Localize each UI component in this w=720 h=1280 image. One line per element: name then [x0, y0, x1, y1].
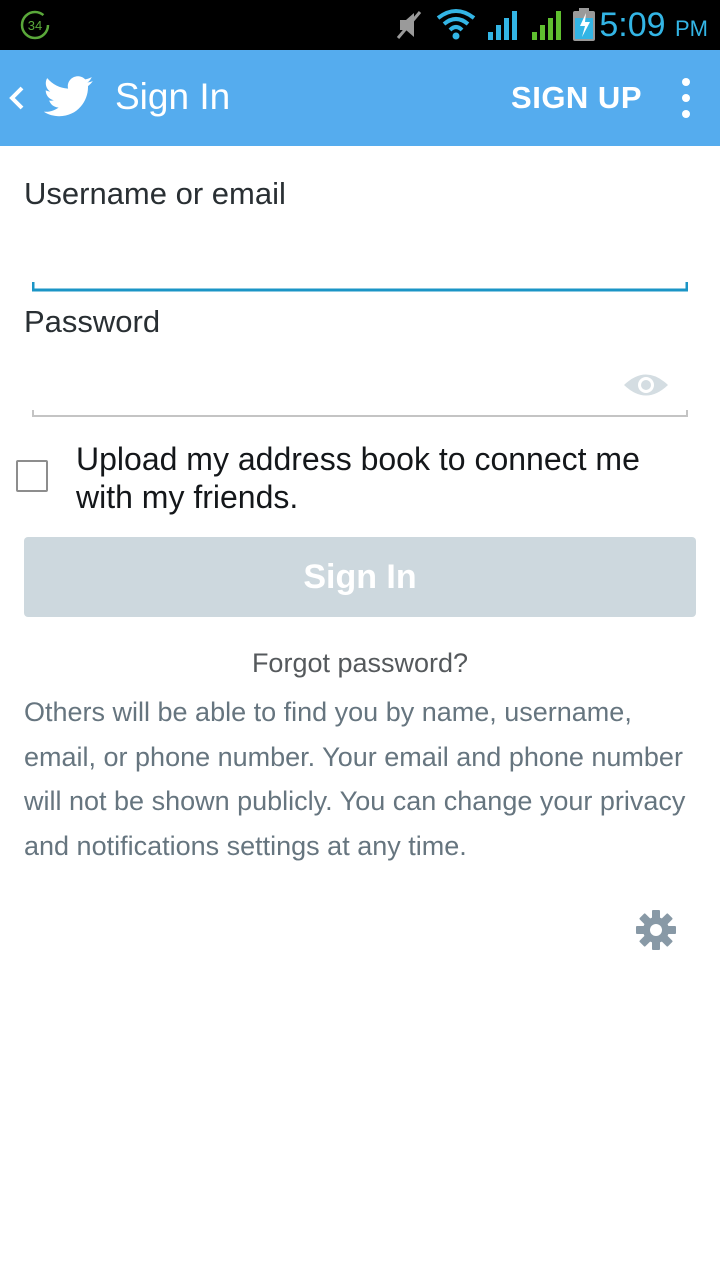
gear-icon[interactable]	[635, 909, 677, 951]
twitter-bird-icon[interactable]	[44, 76, 94, 118]
clock-time: 5:09	[599, 6, 666, 44]
muted-speaker-icon	[396, 11, 422, 39]
sign-up-button[interactable]: SIGN UP	[511, 78, 642, 118]
username-label: Username or email	[24, 176, 286, 211]
forgot-password-link[interactable]: Forgot password?	[0, 648, 720, 679]
page-title: Sign In	[115, 76, 231, 117]
wifi-icon	[436, 9, 476, 40]
app-bar: Sign In SIGN UP	[0, 50, 720, 146]
password-label: Password	[24, 304, 161, 339]
status-bar: 34 5:09 PM	[0, 0, 720, 50]
clock-ampm: PM	[675, 16, 708, 41]
address-book-label[interactable]: Upload my address book to connect me wit…	[76, 440, 696, 516]
show-password-eye-icon[interactable]	[622, 370, 670, 400]
privacy-notice: Others will be able to find you by name,…	[24, 697, 686, 861]
clock: 5:09 PM	[599, 6, 708, 48]
password-underline	[32, 410, 688, 417]
signal-sim1-icon	[488, 11, 517, 40]
address-book-checkbox[interactable]	[16, 460, 48, 492]
back-chevron-icon[interactable]	[6, 80, 28, 116]
username-underline	[32, 282, 688, 292]
notification-badge-icon: 34	[20, 10, 50, 40]
sign-in-button[interactable]: Sign In	[24, 537, 696, 617]
notification-count: 34	[28, 18, 42, 33]
signal-sim2-icon	[532, 11, 561, 40]
username-input[interactable]	[32, 236, 612, 280]
overflow-menu-icon[interactable]	[678, 74, 694, 122]
battery-charging-icon	[573, 8, 595, 41]
password-input[interactable]	[32, 362, 612, 406]
